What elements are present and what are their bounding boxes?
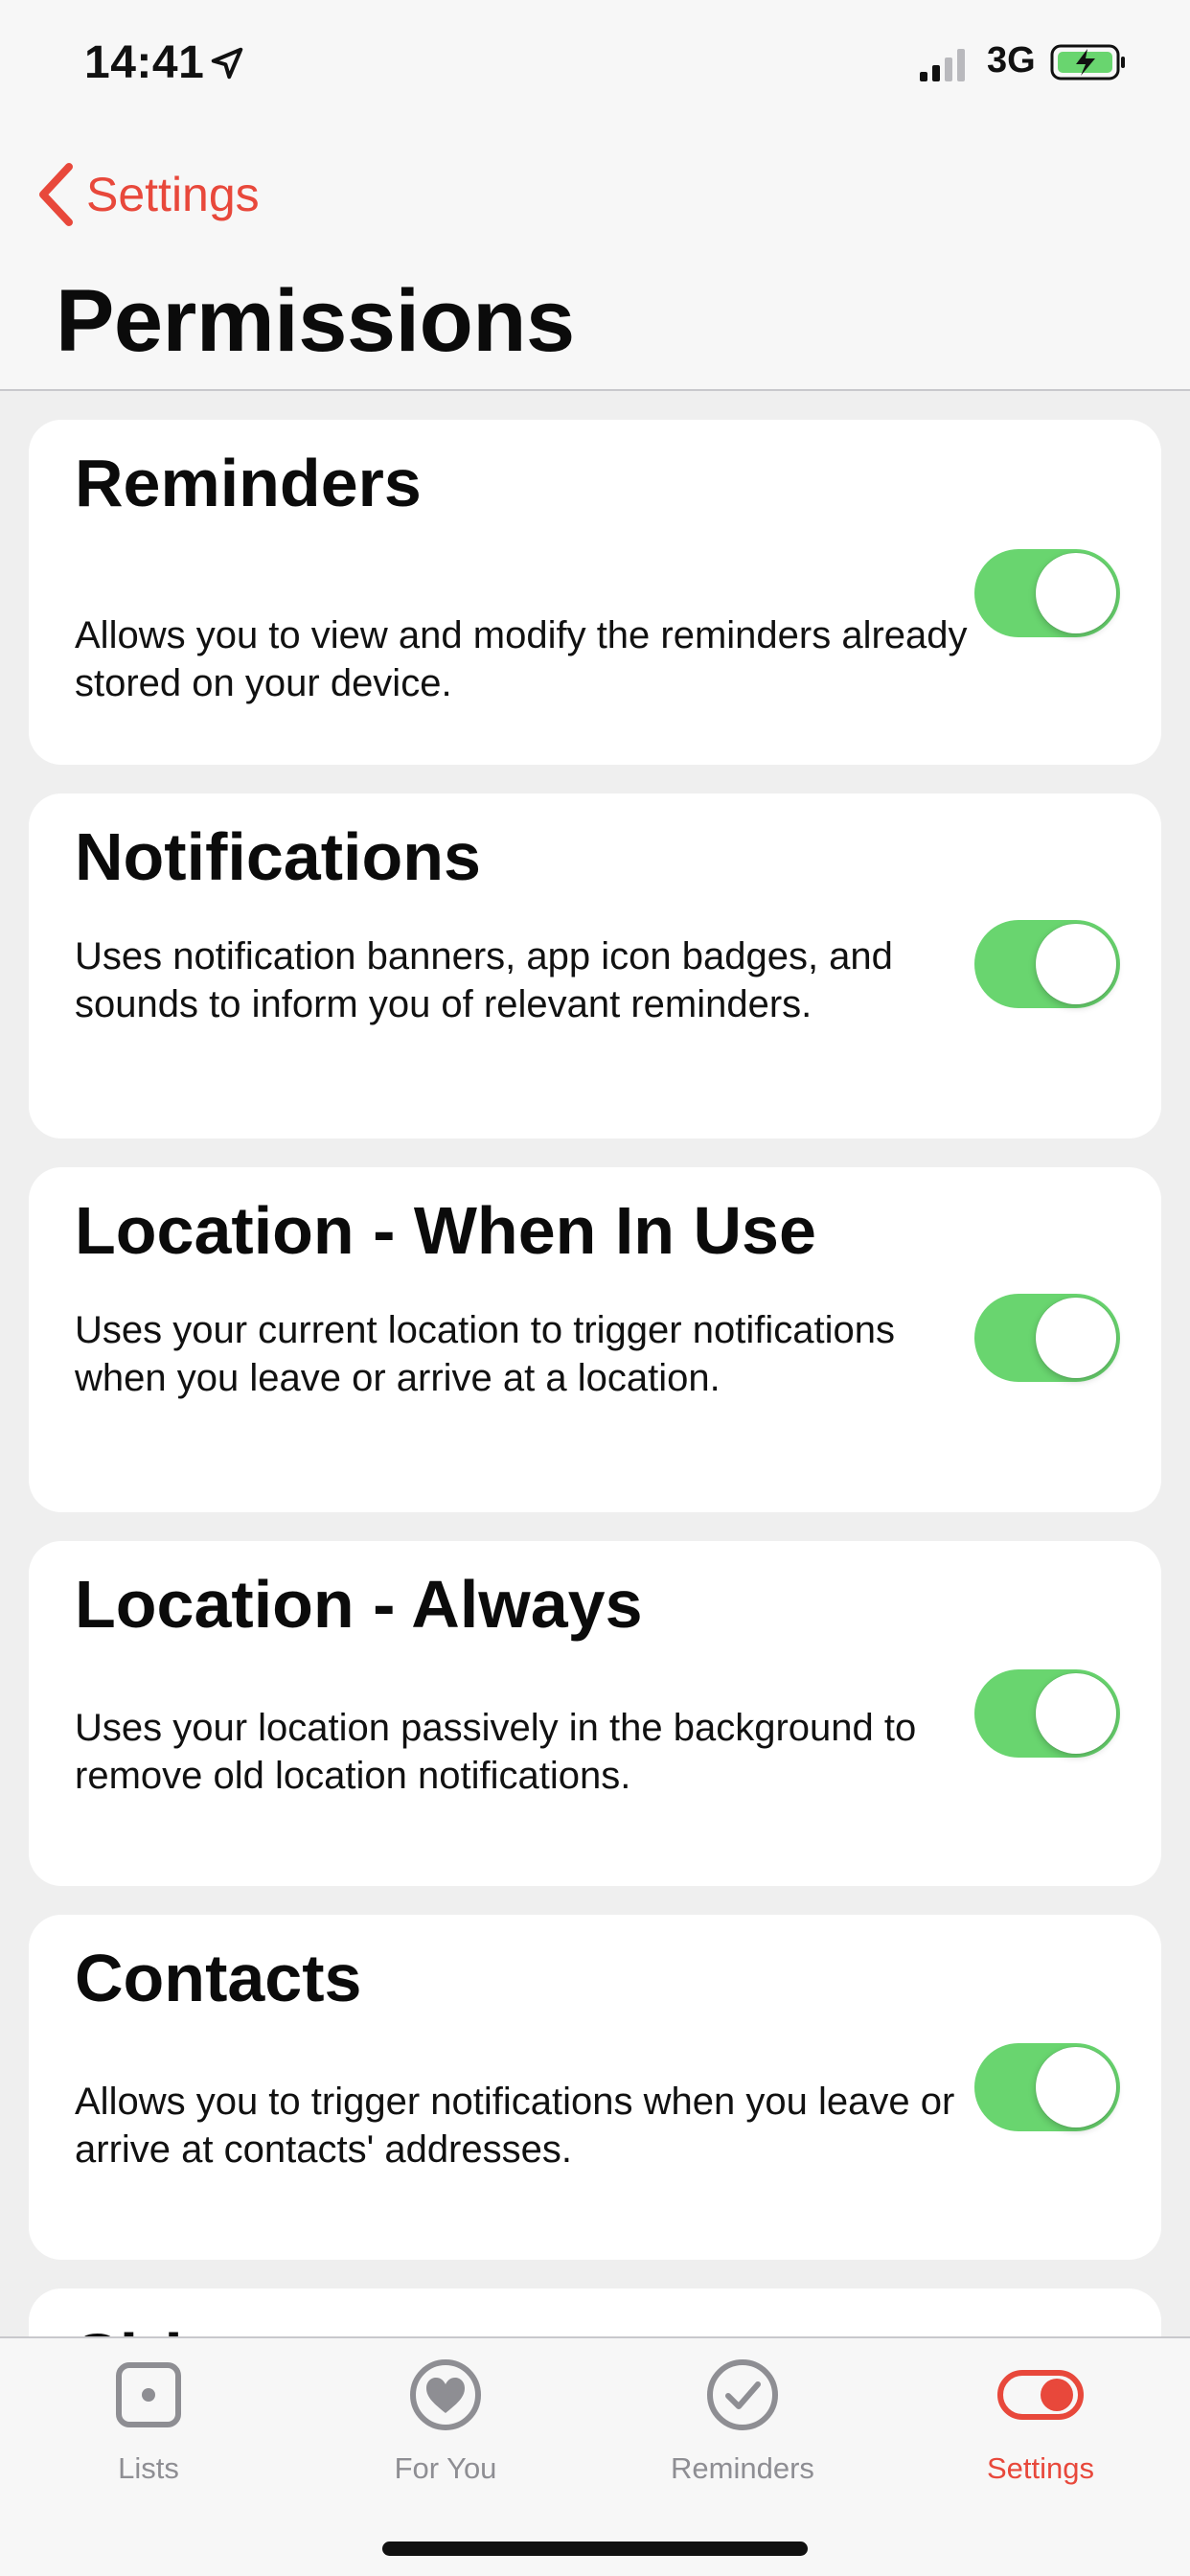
permission-title: Notifications: [75, 819, 481, 894]
toggle-knob: [1036, 1298, 1116, 1378]
tab-bar: Lists For You Reminders Settings: [0, 2336, 1190, 2576]
square-dot-icon: [116, 2362, 181, 2427]
back-label: Settings: [86, 168, 260, 221]
permission-description: Uses your location passively in the back…: [75, 1707, 917, 1797]
toggle-knob: [1036, 924, 1116, 1004]
cellular-signal-icon: [920, 49, 965, 81]
tab-for-you[interactable]: For You: [331, 2356, 561, 2499]
network-type: 3G: [987, 40, 1036, 80]
tab-reminders[interactable]: Reminders: [628, 2356, 858, 2499]
permission-card-location-when-in-use: Location - When In Use Uses your current…: [29, 1167, 1161, 1512]
permission-title: Location - When In Use: [75, 1193, 816, 1268]
permission-description: Allows you to view and modify the remind…: [75, 614, 968, 704]
permission-card-location-always: Location - Always Uses your location pas…: [29, 1541, 1161, 1886]
toggle-knob: [1036, 553, 1116, 633]
status-time: 14:41: [84, 37, 205, 88]
home-indicator: [382, 2542, 808, 2556]
location-when-in-use-toggle[interactable]: [974, 1294, 1120, 1382]
heart-circle-icon: [410, 2359, 481, 2430]
toggle-knob: [1036, 1673, 1116, 1754]
location-arrow-icon: [211, 47, 243, 80]
permission-title: Siri: [75, 2319, 183, 2338]
tab-label: Settings: [986, 2451, 1094, 2485]
reminders-toggle[interactable]: [974, 549, 1120, 637]
page-title: Permissions: [56, 272, 575, 370]
tab-label: Lists: [118, 2451, 179, 2485]
tab-label: For You: [394, 2451, 497, 2485]
contacts-toggle[interactable]: [974, 2043, 1120, 2131]
permission-card-reminders: Reminders Allows you to view and modify …: [29, 420, 1161, 765]
permission-description: Allows you to trigger notifications when…: [75, 2081, 955, 2171]
permissions-screen: 14:41 3G Settings Permissions Reminders …: [0, 0, 1190, 2576]
permission-card-siri: Siri: [29, 2288, 1161, 2338]
permission-card-contacts: Contacts Allows you to trigger notificat…: [29, 1915, 1161, 2260]
permission-title: Location - Always: [75, 1567, 643, 1642]
permission-description: Uses your current location to trigger no…: [75, 1309, 895, 1399]
permission-title: Reminders: [75, 446, 422, 520]
permission-title: Contacts: [75, 1941, 362, 2015]
permissions-list[interactable]: Reminders Allows you to view and modify …: [0, 393, 1190, 2338]
toggle-knob: [1036, 2047, 1116, 2128]
back-button[interactable]: Settings: [34, 156, 260, 233]
checkmark-circle-icon: [707, 2359, 778, 2430]
notifications-toggle[interactable]: [974, 920, 1120, 1008]
battery-charging-icon: [1050, 44, 1125, 80]
permission-description: Uses notification banners, app icon badg…: [75, 935, 893, 1025]
tab-settings[interactable]: Settings: [926, 2356, 1156, 2499]
chevron-left-icon: [39, 163, 73, 226]
tab-lists[interactable]: Lists: [34, 2356, 263, 2499]
location-always-toggle[interactable]: [974, 1669, 1120, 1758]
tab-label: Reminders: [671, 2451, 814, 2485]
permission-card-notifications: Notifications Uses notification banners,…: [29, 794, 1161, 1138]
status-bar: 14:41 3G: [0, 0, 1190, 129]
navigation-header: Settings Permissions: [0, 129, 1190, 391]
toggle-switch-icon: [997, 2370, 1084, 2420]
